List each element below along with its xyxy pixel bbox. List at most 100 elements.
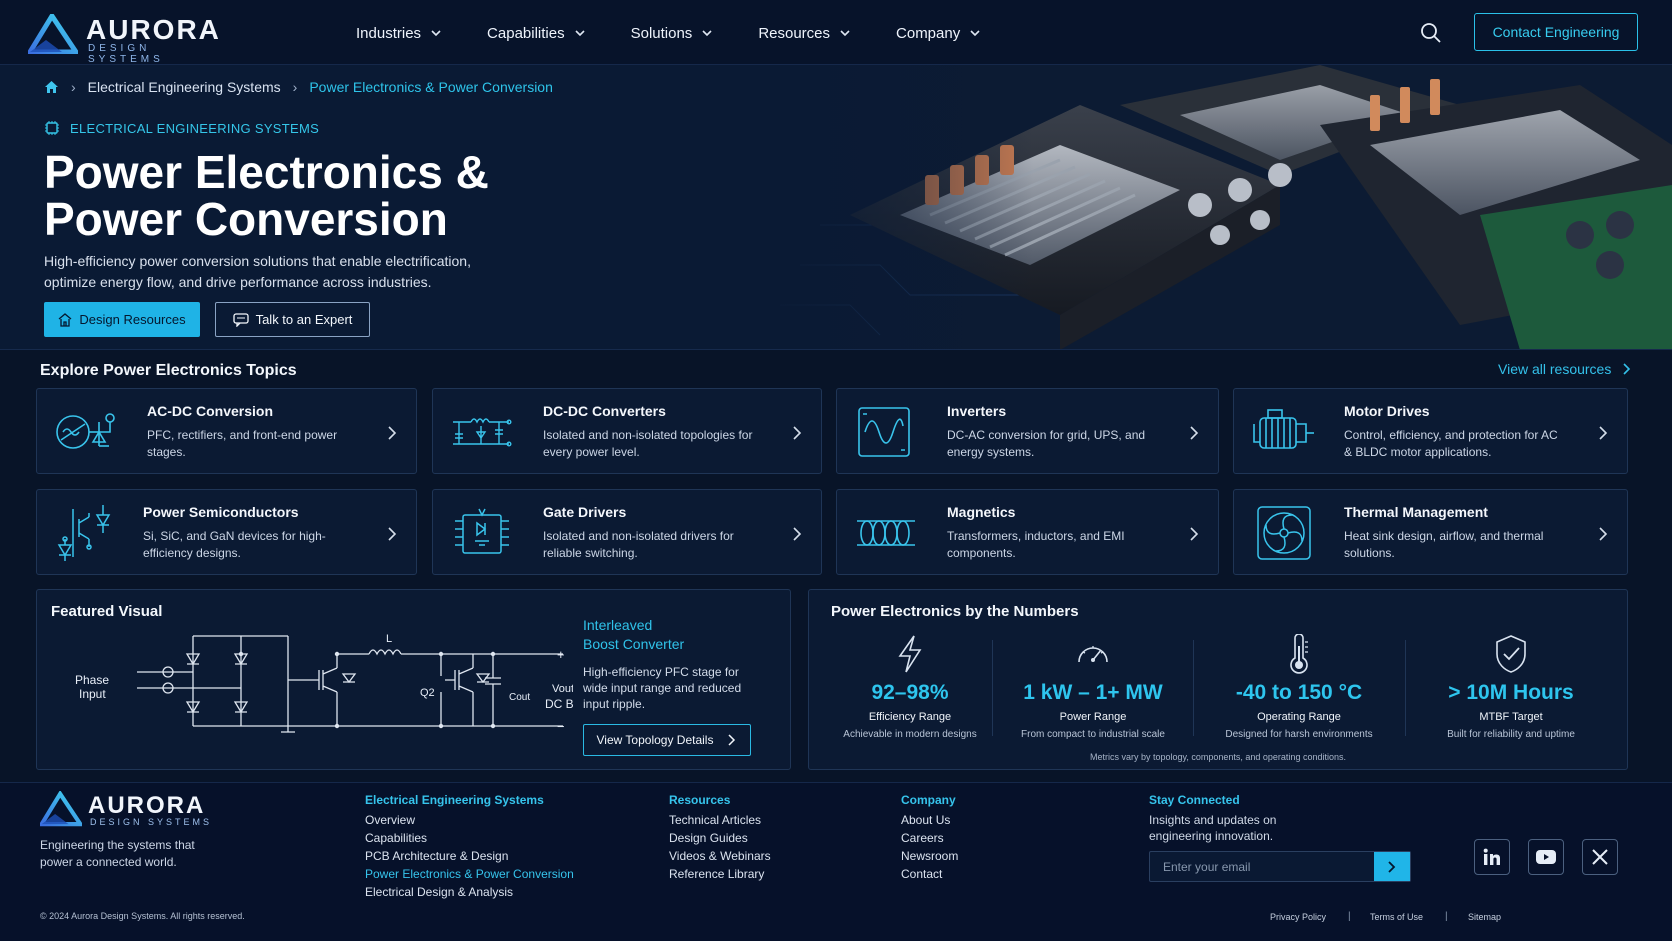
footer-link-contact[interactable]: Contact: [901, 865, 958, 883]
topic-card-motor-drives[interactable]: Motor Drives Control, efficiency, and pr…: [1233, 388, 1628, 474]
nav-solutions[interactable]: Solutions: [631, 22, 713, 44]
gauge-icon: [1078, 646, 1108, 663]
chevron-down-icon: [702, 30, 712, 37]
stay-connected: Stay Connected Insights and updates on e…: [1149, 793, 1429, 844]
featured-visual-panel: Featured Visual Phase Input L Q2 Cout Vo…: [36, 589, 791, 770]
diagram-label-phase: Phase: [75, 673, 109, 687]
footer-link-overview[interactable]: Overview: [365, 811, 574, 829]
search-icon[interactable]: [1420, 22, 1442, 44]
footer-link-videos[interactable]: Videos & Webinars: [669, 847, 771, 865]
card-title: Power Semiconductors: [143, 504, 299, 520]
footer-link-newsroom[interactable]: Newsroom: [901, 847, 958, 865]
brand-tagline: DESIGN SYSTEMS: [90, 817, 213, 827]
x-logo-icon: [1592, 849, 1608, 865]
brand-name: AURORA: [86, 14, 221, 45]
footer-link-power-electronics[interactable]: Power Electronics & Power Conversion: [365, 865, 574, 883]
footer-link-design-guides[interactable]: Design Guides: [669, 829, 771, 847]
topic-card-gate-drivers[interactable]: Gate Drivers Isolated and non-isolated d…: [432, 489, 822, 575]
nav-industries[interactable]: Industries: [356, 22, 441, 44]
numbers-panel: Power Electronics by the Numbers 92–98% …: [808, 589, 1628, 770]
brand-logo[interactable]: AURORA DESIGN SYSTEMS: [28, 12, 221, 65]
terms-of-use-link[interactable]: Terms of Use: [1370, 912, 1423, 922]
diagram-label-cout: Cout: [509, 692, 530, 703]
linkedin-icon: [1483, 848, 1500, 865]
diagram-label-plus: +: [557, 647, 565, 662]
footer-column-heading: Electrical Engineering Systems: [365, 793, 544, 807]
brand-name: AURORA: [88, 792, 206, 819]
diagram-label-dc-bus: DC Bus: [545, 697, 573, 711]
nav-resources[interactable]: Resources: [758, 22, 850, 44]
numbers-heading: Power Electronics by the Numbers: [831, 603, 1079, 620]
chevron-right-icon: [388, 527, 397, 541]
nav-company[interactable]: Company: [896, 22, 980, 44]
chevron-down-icon: [840, 30, 850, 37]
footer-link-about[interactable]: About Us: [901, 811, 958, 829]
topic-card-ac-dc[interactable]: AC-DC Conversion PFC, rectifiers, and fr…: [36, 388, 417, 474]
youtube-button[interactable]: [1528, 839, 1564, 875]
nav-label: Company: [896, 24, 961, 42]
nav-capabilities[interactable]: Capabilities: [487, 22, 585, 44]
boost-converter-schematic: Phase Input L Q2 Cout Vout DC Bus + −: [75, 633, 573, 734]
stat-value: 92–98%: [871, 681, 949, 704]
x-twitter-button[interactable]: [1582, 839, 1618, 875]
talk-to-expert-button[interactable]: Talk to an Expert: [215, 302, 370, 337]
card-description: DC-AC conversion for grid, UPS, and ener…: [947, 428, 1146, 459]
stat-label: Power Range: [1059, 711, 1127, 723]
privacy-policy-link[interactable]: Privacy Policy: [1270, 912, 1326, 922]
nav-label: Resources: [758, 24, 831, 42]
view-topology-details-button[interactable]: View Topology Details: [583, 724, 751, 756]
stat-value: > 10M Hours: [1448, 681, 1574, 704]
topic-card-power-semiconductors[interactable]: Power Semiconductors Si, SiC, and GaN de…: [36, 489, 417, 575]
stat-value: 1 kW – 1+ MW: [1023, 681, 1163, 704]
topic-card-magnetics[interactable]: Magnetics Transformers, inductors, and E…: [836, 489, 1219, 575]
chevron-right-icon: [1190, 426, 1199, 440]
footer-link-careers[interactable]: Careers: [901, 829, 958, 847]
chat-icon: [232, 312, 249, 327]
legal-separator: |: [1348, 911, 1351, 922]
featured-topology-title: Interleaved Boost Converter: [583, 616, 743, 654]
footer-column-heading: Company: [901, 793, 956, 807]
diagram-label-inductor: L: [386, 633, 392, 645]
hero-section: › Electrical Engineering Systems › Power…: [0, 65, 1672, 350]
footer-link-technical-articles[interactable]: Technical Articles: [669, 811, 771, 829]
ac-dc-conversion-icon: [56, 413, 115, 449]
shield-check-icon: [1496, 635, 1526, 673]
linkedin-button[interactable]: [1474, 839, 1510, 875]
breadcrumb-electrical-engineering[interactable]: Electrical Engineering Systems: [88, 79, 281, 95]
magnetics-coil-icon: [857, 520, 915, 546]
inverter-sine-wave-icon: [858, 407, 910, 457]
aurora-logo-icon: [28, 14, 78, 54]
subscribe-button[interactable]: [1374, 852, 1410, 881]
title-line-2: Power Conversion: [44, 193, 448, 245]
diagram-label-switch: Q2: [420, 687, 435, 699]
email-input[interactable]: [1150, 852, 1374, 881]
footer-logo[interactable]: AURORA DESIGN SYSTEMS: [40, 791, 220, 827]
view-all-resources-link[interactable]: View all resources: [1498, 361, 1633, 377]
design-resources-button[interactable]: Design Resources: [44, 302, 200, 337]
footer-link-capabilities[interactable]: Capabilities: [365, 829, 574, 847]
power-semiconductor-icon: [57, 505, 111, 561]
stat-subtext: Designed for harsh environments: [1225, 729, 1373, 740]
topic-card-inverters[interactable]: Inverters DC-AC conversion for grid, UPS…: [836, 388, 1219, 474]
topics-heading: Explore Power Electronics Topics: [40, 362, 297, 379]
footer-link-pcb[interactable]: PCB Architecture & Design: [365, 847, 574, 865]
contact-engineering-button[interactable]: Contact Engineering: [1474, 13, 1638, 51]
chevron-right-icon: [1623, 363, 1631, 375]
footer-link-electrical-design[interactable]: Electrical Design & Analysis: [365, 883, 574, 901]
home-icon[interactable]: [44, 80, 59, 94]
card-title: Gate Drivers: [543, 504, 627, 520]
chevron-down-icon: [970, 30, 980, 37]
sitemap-link[interactable]: Sitemap: [1468, 912, 1501, 922]
footer-link-reference-library[interactable]: Reference Library: [669, 865, 771, 883]
stat-subtext: Built for reliability and uptime: [1447, 729, 1575, 740]
chevron-right-icon: ›: [71, 79, 76, 95]
topic-card-dc-dc[interactable]: DC-DC Converters Isolated and non-isolat…: [432, 388, 822, 474]
stat-label: MTBF Target: [1479, 711, 1543, 723]
card-description: Isolated and non-isolated drivers for re…: [543, 529, 734, 560]
topology-title-line-1: Interleaved: [583, 617, 653, 633]
topic-card-thermal[interactable]: Thermal Management Heat sink design, air…: [1233, 489, 1628, 575]
eyebrow-text: ELECTRICAL ENGINEERING SYSTEMS: [70, 120, 320, 136]
card-title: Magnetics: [947, 504, 1016, 520]
hero-eyebrow: ELECTRICAL ENGINEERING SYSTEMS: [44, 120, 319, 136]
divider: [1405, 640, 1406, 736]
